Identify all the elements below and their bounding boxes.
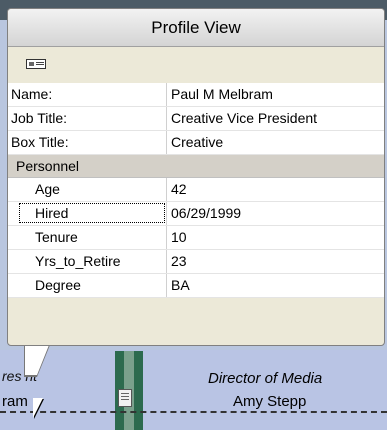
field-value: BA [171,277,190,293]
column-divider [166,274,167,297]
field-row-degree[interactable]: Degree BA [8,274,384,298]
popup-title: Profile View [8,9,384,47]
category-personnel[interactable]: Personnel [8,155,384,178]
field-label: Hired [35,205,69,221]
field-row-yrs-to-retire[interactable]: Yrs_to_Retire 23 [8,250,384,274]
field-row-name[interactable]: Name: Paul M Melbram [8,83,384,107]
property-grid: Name: Paul M Melbram Job Title: Creative… [8,83,384,298]
left-box-name[interactable]: ram [2,393,28,410]
column-divider [166,83,167,106]
right-box-title[interactable]: Director of Media [208,370,322,387]
field-label: Degree [35,277,81,293]
field-label: Name: [11,86,53,102]
document-icon[interactable] [118,389,132,407]
field-label: Tenure [35,229,78,245]
field-value: Creative Vice President [171,110,318,126]
field-value: Creative [171,134,224,150]
field-row-job-title[interactable]: Job Title: Creative Vice President [8,107,384,131]
column-divider [166,131,167,154]
column-divider [166,226,167,249]
callout-tail [25,345,49,375]
column-divider [166,250,167,273]
column-divider [166,107,167,130]
card-icon[interactable] [26,59,46,69]
field-value: 23 [171,253,187,269]
field-value: Paul M Melbram [171,86,273,102]
field-value: 10 [171,229,187,245]
field-row-hired[interactable]: Hired 06/29/1999 [8,202,384,226]
field-label: Box Title: [11,134,69,150]
field-label: Job Title: [11,110,68,126]
field-value: 42 [171,181,187,197]
column-divider [166,202,167,225]
field-label: Yrs_to_Retire [35,253,121,269]
field-row-box-title[interactable]: Box Title: Creative [8,131,384,155]
mouse-cursor-icon [33,398,43,418]
profile-view-popup: Profile View Name: Paul M Melbram Job Ti… [7,8,385,346]
popup-toolbar [8,47,384,84]
field-label: Age [35,181,60,197]
dashed-connector [0,411,387,413]
right-box-name[interactable]: Amy Stepp [233,393,306,410]
field-row-tenure[interactable]: Tenure 10 [8,226,384,250]
column-divider [166,178,167,201]
org-chart-panel [0,350,387,430]
field-value: 06/29/1999 [171,205,242,221]
field-row-age[interactable]: Age 42 [8,178,384,202]
